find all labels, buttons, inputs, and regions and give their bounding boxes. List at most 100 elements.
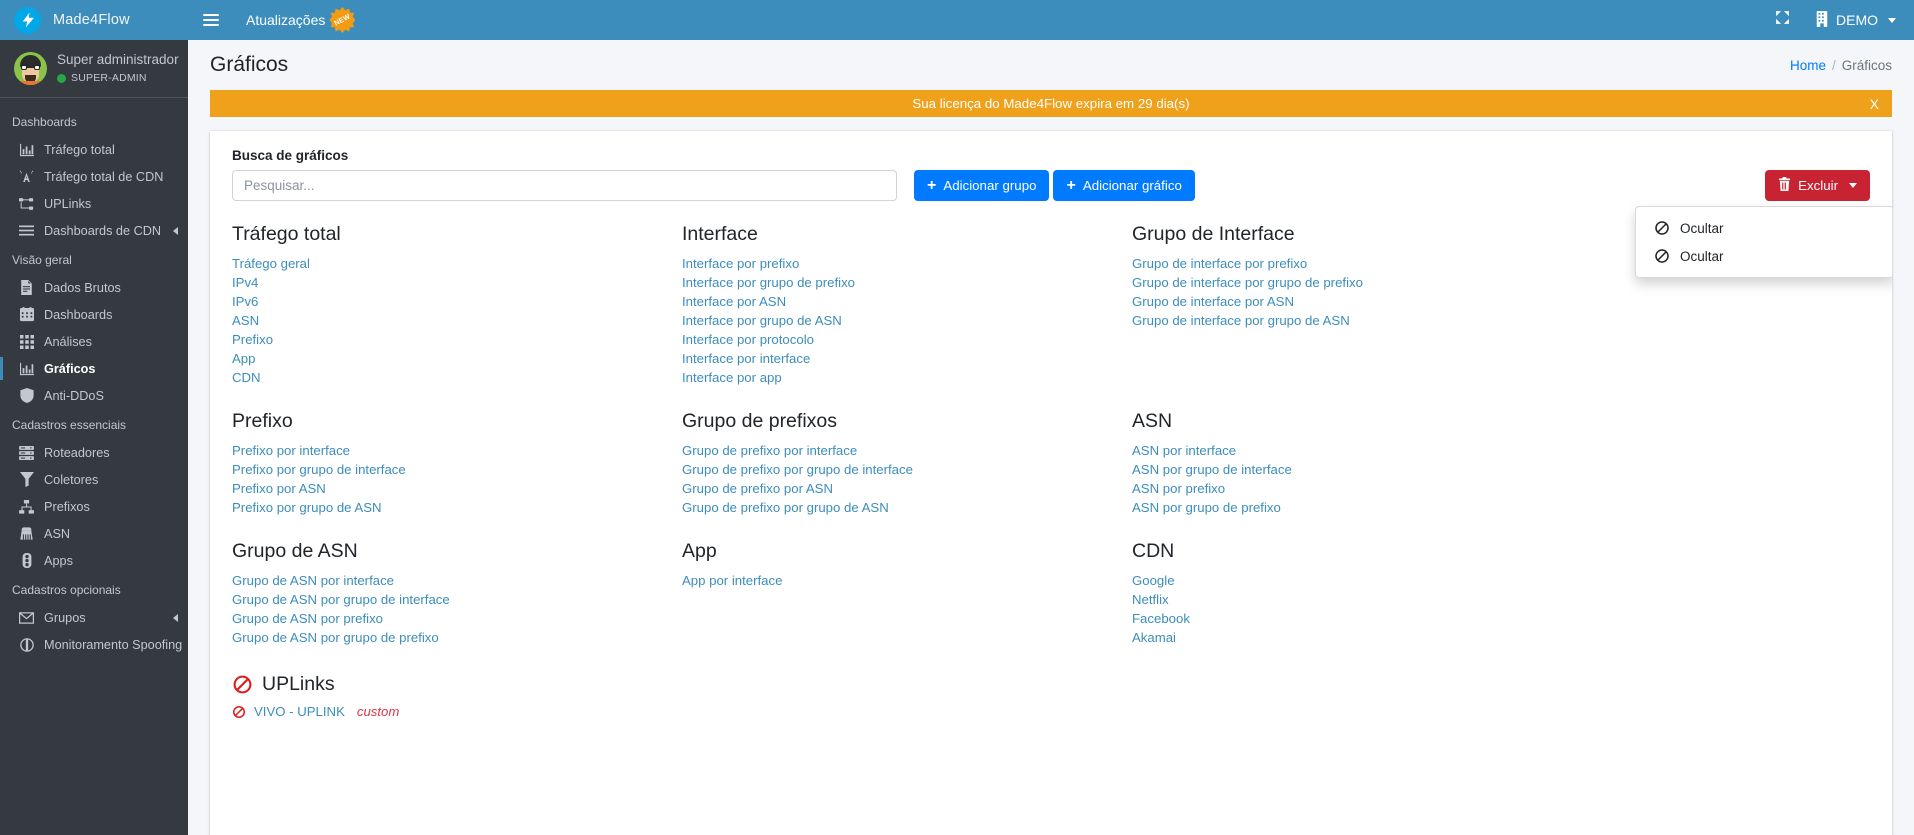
sidebar-item-grupos[interactable]: Grupos [0, 604, 188, 631]
chart-link[interactable]: Interface por grupo de prefixo [682, 275, 855, 290]
delete-button[interactable]: Excluir [1765, 170, 1870, 201]
chart-group: Grupo de ASN Grupo de ASN por interface Gr… [232, 540, 682, 648]
chart-link[interactable]: Grupo de interface por grupo de prefixo [1132, 275, 1363, 290]
chart-link[interactable]: CDN [232, 370, 261, 385]
sidebar-item-label: Tráfego total [44, 142, 115, 157]
content-header: Gráficos Home / Gráficos [188, 40, 1914, 90]
sidebar-item-prefixos[interactable]: Prefixos [0, 493, 188, 520]
sidebar-toggle-button[interactable] [188, 0, 234, 40]
charts-card-body: Busca de gráficos + Adicionar grupo + Ad… [210, 134, 1892, 719]
dropdown-item-hide[interactable]: Ocultar [1636, 242, 1892, 270]
breadcrumb-home[interactable]: Home [1790, 58, 1826, 73]
chart-link[interactable]: ASN [232, 313, 259, 328]
ban-icon [232, 674, 253, 695]
sidebar-item-gr-ficos[interactable]: Gráficos [0, 355, 188, 382]
chart-link[interactable]: Interface por protocolo [682, 332, 814, 347]
sidebar-item-dashboards[interactable]: Dashboards [0, 301, 188, 328]
uplink-link[interactable]: VIVO - UPLINK [254, 704, 345, 719]
search-input[interactable] [232, 170, 897, 201]
sidebar-item-anti-ddos[interactable]: Anti-DDoS [0, 382, 188, 409]
chart-link[interactable]: Interface por interface [682, 351, 810, 366]
list-item: Interface por grupo de prefixo [682, 274, 1132, 292]
list-item: ASN por grupo de interface [1132, 461, 1870, 479]
sidebar-item-label: Apps [44, 553, 73, 568]
chart-link[interactable]: Grupo de prefixo por ASN [682, 481, 833, 496]
chart-link[interactable]: Grupo de prefixo por grupo de interface [682, 462, 913, 477]
brand[interactable]: Made4Flow [0, 0, 188, 40]
sidebar-item-an-lises[interactable]: Análises [0, 328, 188, 355]
sidebar-item-coletores[interactable]: Coletores [0, 466, 188, 493]
chart-link[interactable]: Interface por app [682, 370, 782, 385]
add-group-button[interactable]: + Adicionar grupo [914, 170, 1050, 201]
chart-link[interactable]: Grupo de interface por ASN [1132, 294, 1294, 309]
updates-link[interactable]: Atualizações NEW [234, 0, 367, 40]
list-item: Prefixo por interface [232, 442, 682, 460]
chart-link[interactable]: Grupo de prefixo por grupo de ASN [682, 500, 889, 515]
list-item: ASN [232, 312, 682, 330]
sidebar-item-monitoramento-spoofing[interactable]: Monitoramento Spoofing [0, 631, 188, 658]
chart-link[interactable]: Prefixo por grupo de interface [232, 462, 406, 477]
chart-group: CDN Google Netflix Facebook Akamai [1132, 540, 1870, 648]
list-item: Interface por prefixo [682, 255, 1132, 273]
chart-group-links: Interface por prefixo Interface por grupo… [682, 255, 1132, 387]
sidebar-item-tr-fego-total[interactable]: Tráfego total [0, 136, 188, 163]
chart-link[interactable]: Akamai [1132, 630, 1176, 645]
sidebar-item-dados-brutos[interactable]: Dados Brutos [0, 274, 188, 301]
sidebar-item-asn[interactable]: ASN [0, 520, 188, 547]
dropdown-item-hide[interactable]: Ocultar [1636, 214, 1892, 242]
list-item: Google [1132, 572, 1870, 590]
add-chart-button[interactable]: + Adicionar gráfico [1053, 170, 1195, 201]
chart-link[interactable]: IPv4 [232, 275, 258, 290]
chart-link[interactable]: Grupo de ASN por grupo de prefixo [232, 630, 439, 645]
chart-link[interactable]: Grupo de interface por grupo de ASN [1132, 313, 1350, 328]
chart-link[interactable]: Grupo de prefixo por interface [682, 443, 857, 458]
chart-link[interactable]: Prefixo por grupo de ASN [232, 500, 382, 515]
chart-link[interactable]: Grupo de ASN por interface [232, 573, 394, 588]
sidebar-menu: Dashboards Tráfego total Tráfego total de … [0, 98, 188, 835]
chart-link[interactable]: Grupo de ASN por grupo de interface [232, 592, 450, 607]
fullscreen-button[interactable] [1760, 0, 1805, 40]
sidebar-item-apps[interactable]: Apps [0, 547, 188, 574]
chart-link[interactable]: Interface por grupo de ASN [682, 313, 842, 328]
sidebar-item-tr-fego-total-de-cdn[interactable]: Tráfego total de CDN [0, 163, 188, 190]
chart-link[interactable]: Interface por ASN [682, 294, 786, 309]
list-item: Interface por interface [682, 350, 1132, 368]
list-item: ASN por grupo de prefixo [1132, 499, 1870, 517]
chart-link[interactable]: IPv6 [232, 294, 258, 309]
chart-link[interactable]: Prefixo por ASN [232, 481, 326, 496]
sidebar-item-dashboards-de-cdn[interactable]: Dashboards de CDN [0, 217, 188, 244]
chart-groups-grid: Tráfego total Tráfego geral IPv4 IPv6 ASN Pre… [232, 223, 1870, 648]
list-item: IPv4 [232, 274, 682, 292]
chart-link[interactable]: Grupo de ASN por prefixo [232, 611, 383, 626]
chart-link[interactable]: Facebook [1132, 611, 1190, 626]
chart-link[interactable]: Interface por prefixo [682, 256, 799, 271]
sidebar-item-label: Tráfego total de CDN [44, 169, 164, 184]
chart-link[interactable]: ASN por grupo de interface [1132, 462, 1292, 477]
list-item: Grupo de prefixo por grupo de ASN [682, 499, 1132, 517]
chart-link[interactable]: Grupo de interface por prefixo [1132, 256, 1307, 271]
chart-link[interactable]: Google [1132, 573, 1175, 588]
chart-link[interactable]: Tráfego geral [232, 256, 310, 271]
sidebar-item-label: Dashboards de CDN [44, 223, 162, 238]
chart-link[interactable]: ASN por interface [1132, 443, 1236, 458]
chart-link[interactable]: ASN por grupo de prefixo [1132, 500, 1281, 515]
chart-group: ASN ASN por interface ASN por grupo de int… [1132, 410, 1870, 518]
chart-link[interactable]: App [232, 351, 255, 366]
sidebar-item-roteadores[interactable]: Roteadores [0, 439, 188, 466]
list-item: Grupo de prefixo por interface [682, 442, 1132, 460]
chart-group-title: Grupo de ASN [232, 540, 358, 562]
delete-label: Excluir [1798, 178, 1838, 193]
chart-link[interactable]: Netflix [1132, 592, 1169, 607]
user-panel[interactable]: Super administrador SUPER-ADMIN [0, 40, 188, 98]
company-selector[interactable]: DEMO [1805, 0, 1914, 40]
building-icon [1815, 10, 1829, 30]
chart-link[interactable]: App por interface [682, 573, 782, 588]
chart-link[interactable]: ASN por prefixo [1132, 481, 1225, 496]
close-icon[interactable]: X [1870, 96, 1879, 112]
chart-link[interactable]: Prefixo por interface [232, 443, 350, 458]
chart-link[interactable]: Prefixo [232, 332, 273, 347]
chart-group-title: Interface [682, 223, 758, 245]
sidebar-item-label: Grupos [44, 610, 86, 625]
sidebar-item-uplinks[interactable]: UPLinks [0, 190, 188, 217]
list-item: Grupo de ASN por prefixo [232, 610, 682, 628]
